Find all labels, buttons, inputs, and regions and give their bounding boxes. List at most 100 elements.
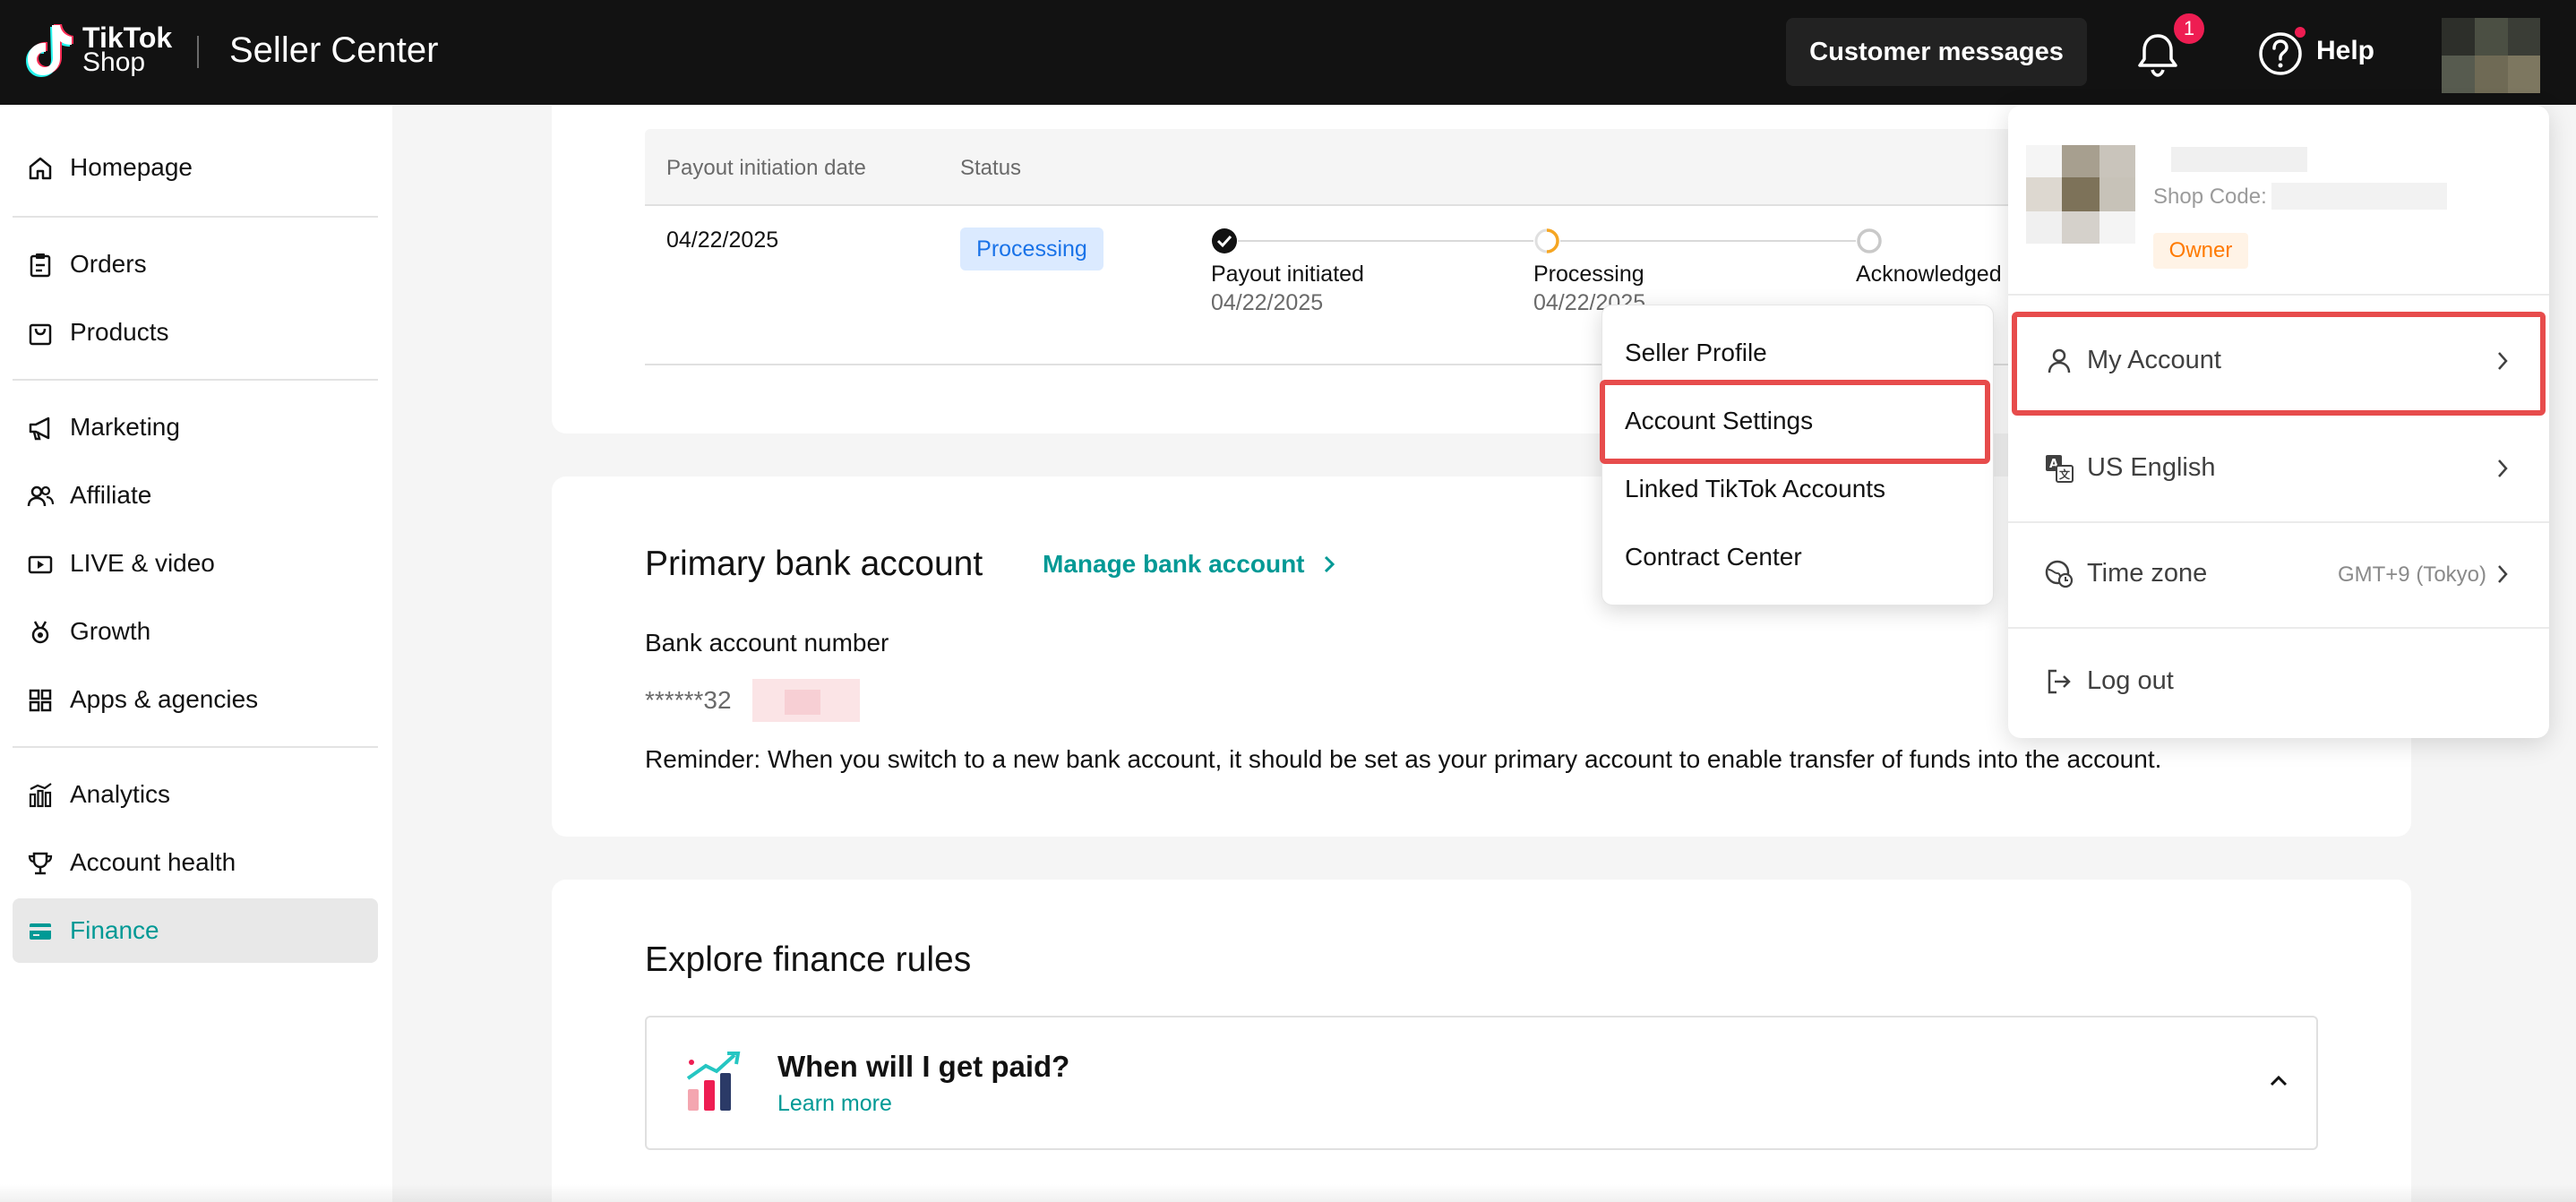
chevron-up-icon[interactable] <box>2266 1071 2291 1089</box>
bar-chart-icon <box>29 783 52 808</box>
sidebar-item-label: Apps & agencies <box>70 685 259 713</box>
megaphone-icon <box>29 416 50 441</box>
app-title: Seller Center <box>229 30 439 70</box>
home-icon <box>29 157 52 180</box>
redacted-shop-name <box>2171 147 2307 172</box>
svg-text:文: 文 <box>2059 468 2071 481</box>
help-link[interactable]: Help <box>2316 36 2374 66</box>
customer-messages-button[interactable]: Customer messages <box>1786 18 2087 86</box>
sidebar-item-analytics[interactable]: Analytics <box>13 762 378 827</box>
globe-clock-icon <box>2045 560 2074 588</box>
sidebar-item-products[interactable]: Products <box>13 300 378 365</box>
sidebar-item-growth[interactable]: Growth <box>13 599 378 664</box>
help-icon[interactable] <box>2257 30 2304 77</box>
logout-icon <box>2048 669 2071 694</box>
bank-account-number: ******32 <box>645 686 732 714</box>
step-label: Acknowledged <box>1856 262 2002 287</box>
sidebar: Homepage Orders Products Marketing Affil… <box>0 105 392 1202</box>
chevron-right-icon <box>1325 555 1335 573</box>
submenu-item-linked-tiktok-accounts[interactable]: Linked TikTok Accounts <box>1625 475 1885 503</box>
progress-line <box>1560 240 1856 242</box>
sidebar-item-live-video[interactable]: LIVE & video <box>13 531 378 596</box>
progress-line <box>1238 240 1533 242</box>
trophy-icon <box>28 852 53 875</box>
pending-circle-icon <box>1857 228 1882 253</box>
sidebar-item-label: Affiliate <box>70 481 152 509</box>
payment-chart-illustration-icon <box>686 1052 741 1111</box>
bank-reminder-text: Reminder: When you switch to a new bank … <box>645 745 2162 773</box>
my-account-highlight <box>2012 312 2546 416</box>
faq-question[interactable]: When will I get paid? <box>777 1050 1069 1084</box>
menu-divider <box>2008 521 2549 523</box>
step-label: Processing <box>1533 262 1644 287</box>
page-bottom-shadow <box>0 1184 2576 1202</box>
sidebar-item-apps-agencies[interactable]: Apps & agencies <box>13 667 378 732</box>
sidebar-item-label: Marketing <box>70 413 180 441</box>
submenu-item-contract-center[interactable]: Contract Center <box>1625 543 1802 571</box>
column-header-date: Payout initiation date <box>666 156 866 180</box>
language-item[interactable]: A文 US English <box>2008 419 2549 518</box>
sidebar-item-label: Homepage <box>70 153 193 181</box>
sidebar-item-affiliate[interactable]: Affiliate <box>13 463 378 528</box>
sidebar-divider <box>13 216 378 218</box>
time-zone-label: Time zone <box>2087 559 2208 588</box>
manage-bank-account-label: Manage bank account <box>1043 550 1305 578</box>
sidebar-item-homepage[interactable]: Homepage <box>13 135 378 200</box>
step-date: 04/22/2025 <box>1211 290 1324 315</box>
people-icon <box>27 485 54 507</box>
menu-divider <box>2008 294 2549 296</box>
logo-wordmark: TikTok Shop <box>82 23 172 77</box>
card-icon <box>30 923 51 940</box>
log-out-label: Log out <box>2087 666 2174 695</box>
language-label: US English <box>2087 453 2216 482</box>
logo-separator <box>197 36 199 68</box>
column-header-status: Status <box>960 156 1022 180</box>
step-label: Payout initiated <box>1211 262 1364 287</box>
status-badge: Processing <box>960 228 1103 270</box>
bank-section-title: Primary bank account <box>645 545 983 583</box>
chevron-right-icon <box>2498 565 2508 583</box>
sidebar-item-label: Growth <box>70 617 151 645</box>
sidebar-item-label: Account health <box>70 848 236 876</box>
time-zone-value: GMT+9 (Tokyo) <box>2337 562 2486 587</box>
processing-spinner-icon <box>1534 228 1559 253</box>
manage-bank-account-link[interactable]: Manage bank account <box>1043 550 1336 579</box>
translate-icon: A文 <box>2046 455 2074 483</box>
medal-icon <box>31 621 49 644</box>
learn-more-link[interactable]: Learn more <box>777 1091 892 1117</box>
sidebar-item-marketing[interactable]: Marketing <box>13 395 378 459</box>
log-out-item[interactable]: Log out <box>2008 632 2549 731</box>
account-settings-highlight <box>1600 380 1990 464</box>
bag-icon <box>29 323 52 346</box>
sidebar-item-orders[interactable]: Orders <box>13 232 378 296</box>
sidebar-item-label: Orders <box>70 250 147 278</box>
help-indicator-dot <box>2295 27 2306 38</box>
chevron-right-icon <box>2498 459 2508 477</box>
sidebar-divider <box>13 379 378 381</box>
sidebar-item-label: Analytics <box>70 780 171 808</box>
shop-code-label: Shop Code: <box>2153 185 2267 209</box>
menu-divider <box>2008 627 2549 629</box>
clipboard-icon <box>30 253 51 278</box>
sidebar-item-label: Finance <box>70 916 159 944</box>
payout-date-cell: 04/22/2025 <box>666 228 779 253</box>
shop-avatar <box>2026 145 2135 244</box>
sidebar-divider <box>13 746 378 748</box>
check-circle-icon <box>1212 228 1237 253</box>
avatar[interactable] <box>2442 18 2540 93</box>
top-bar: TikTok Shop Seller Center Customer messa… <box>0 0 2576 105</box>
redacted-value <box>785 690 820 715</box>
sidebar-item-account-health[interactable]: Account health <box>13 830 378 895</box>
logo-line2: Shop <box>82 47 146 77</box>
role-badge: Owner <box>2153 233 2248 269</box>
notification-badge: 1 <box>2171 11 2207 47</box>
finance-rules-title: Explore finance rules <box>645 940 972 979</box>
sidebar-item-finance[interactable]: Finance <box>13 898 378 963</box>
redacted-shop-code <box>2271 183 2447 210</box>
video-icon <box>28 555 53 574</box>
sidebar-item-label: Products <box>70 318 169 346</box>
submenu-item-seller-profile[interactable]: Seller Profile <box>1625 339 1767 367</box>
tiktok-shop-logo[interactable]: TikTok Shop <box>25 21 172 79</box>
grid-icon <box>29 689 52 712</box>
time-zone-item[interactable]: Time zone GMT+9 (Tokyo) <box>2008 525 2549 623</box>
